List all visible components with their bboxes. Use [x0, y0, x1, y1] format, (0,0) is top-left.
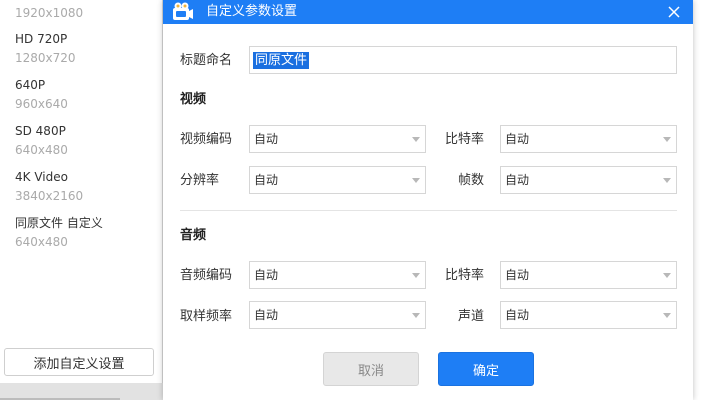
select-value: 自动 — [254, 268, 279, 282]
chevron-down-icon — [412, 178, 420, 183]
preset-item-640p[interactable]: 640P 960x640 — [15, 77, 68, 112]
chevron-down-icon — [412, 137, 420, 142]
preset-resolution: 1280x720 — [15, 51, 76, 65]
audio-samplerate-select[interactable]: 自动 — [249, 301, 426, 329]
preset-resolution: 640x480 — [15, 235, 68, 249]
chevron-down-icon — [663, 273, 671, 278]
preset-item-480p[interactable]: SD 480P 640x480 — [15, 123, 68, 158]
cancel-button[interactable]: 取消 — [323, 352, 419, 386]
title-name-input[interactable]: 同原文件 — [249, 46, 677, 74]
select-value: 自动 — [505, 308, 530, 322]
audio-bitrate-label: 比特率 — [445, 268, 485, 283]
chevron-down-icon — [412, 273, 420, 278]
title-name-value: 同原文件 — [253, 52, 310, 69]
video-bitrate-select[interactable]: 自动 — [500, 125, 677, 153]
audio-channel-select[interactable]: 自动 — [500, 301, 677, 329]
background-panel-edge — [693, 0, 704, 400]
ok-button[interactable]: 确定 — [438, 352, 534, 386]
preset-resolution: 960x640 — [15, 97, 68, 111]
preset-item-custom[interactable]: 同原文件 自定义 640x480 — [15, 215, 103, 250]
add-custom-setting-button[interactable]: 添加自定义设置 — [4, 348, 154, 376]
audio-bitrate-select[interactable]: 自动 — [500, 261, 677, 289]
chevron-down-icon — [663, 313, 671, 318]
select-value: 自动 — [505, 173, 530, 187]
video-section-title: 视频 — [180, 92, 207, 107]
title-name-label: 标题命名 — [180, 53, 233, 68]
preset-resolution: 3840x2160 — [15, 189, 84, 203]
audio-channel-label: 声道 — [458, 309, 485, 324]
dialog-titlebar: 自定义参数设置 — [163, 0, 693, 24]
preset-resolution: 1920x1080 — [15, 6, 84, 20]
chevron-down-icon — [663, 137, 671, 142]
video-codec-label: 视频编码 — [180, 132, 233, 147]
video-camera-icon — [172, 2, 194, 21]
preset-name: 同原文件 自定义 — [15, 216, 103, 230]
audio-samplerate-label: 取样频率 — [180, 309, 233, 324]
video-codec-select[interactable]: 自动 — [249, 125, 426, 153]
audio-section-title: 音频 — [180, 228, 207, 243]
section-divider — [180, 210, 677, 211]
video-framerate-select[interactable]: 自动 — [500, 166, 677, 194]
video-resolution-select[interactable]: 自动 — [249, 166, 426, 194]
horizontal-scrollbar[interactable] — [0, 383, 163, 400]
select-value: 自动 — [254, 132, 279, 146]
dialog-title: 自定义参数设置 — [206, 4, 298, 19]
preset-item-720p[interactable]: HD 720P 1280x720 — [15, 31, 76, 66]
custom-params-dialog: 自定义参数设置 标题命名 同原文件 视频 视频编码 自动 比特率 自动 分辨率 … — [163, 0, 693, 400]
audio-codec-select[interactable]: 自动 — [249, 261, 426, 289]
preset-name: 640P — [15, 78, 46, 92]
preset-name: SD 480P — [15, 124, 66, 138]
preset-item-1080p[interactable]: 1920x1080 — [15, 5, 83, 21]
select-value: 自动 — [254, 308, 279, 322]
chevron-down-icon — [412, 313, 420, 318]
preset-panel: 1920x1080 HD 720P 1280x720 640P 960x640 … — [0, 0, 163, 383]
video-bitrate-label: 比特率 — [445, 132, 485, 147]
audio-codec-label: 音频编码 — [180, 268, 233, 283]
preset-name: 4K Video — [15, 170, 68, 184]
select-value: 自动 — [505, 132, 530, 146]
video-resolution-label: 分辨率 — [180, 173, 220, 188]
preset-item-4k[interactable]: 4K Video 3840x2160 — [15, 169, 83, 204]
chevron-down-icon — [663, 178, 671, 183]
select-value: 自动 — [254, 173, 279, 187]
preset-name: HD 720P — [15, 32, 68, 46]
preset-resolution: 640x480 — [15, 143, 68, 157]
close-icon[interactable] — [663, 1, 685, 23]
video-framerate-label: 帧数 — [458, 173, 485, 188]
select-value: 自动 — [505, 268, 530, 282]
